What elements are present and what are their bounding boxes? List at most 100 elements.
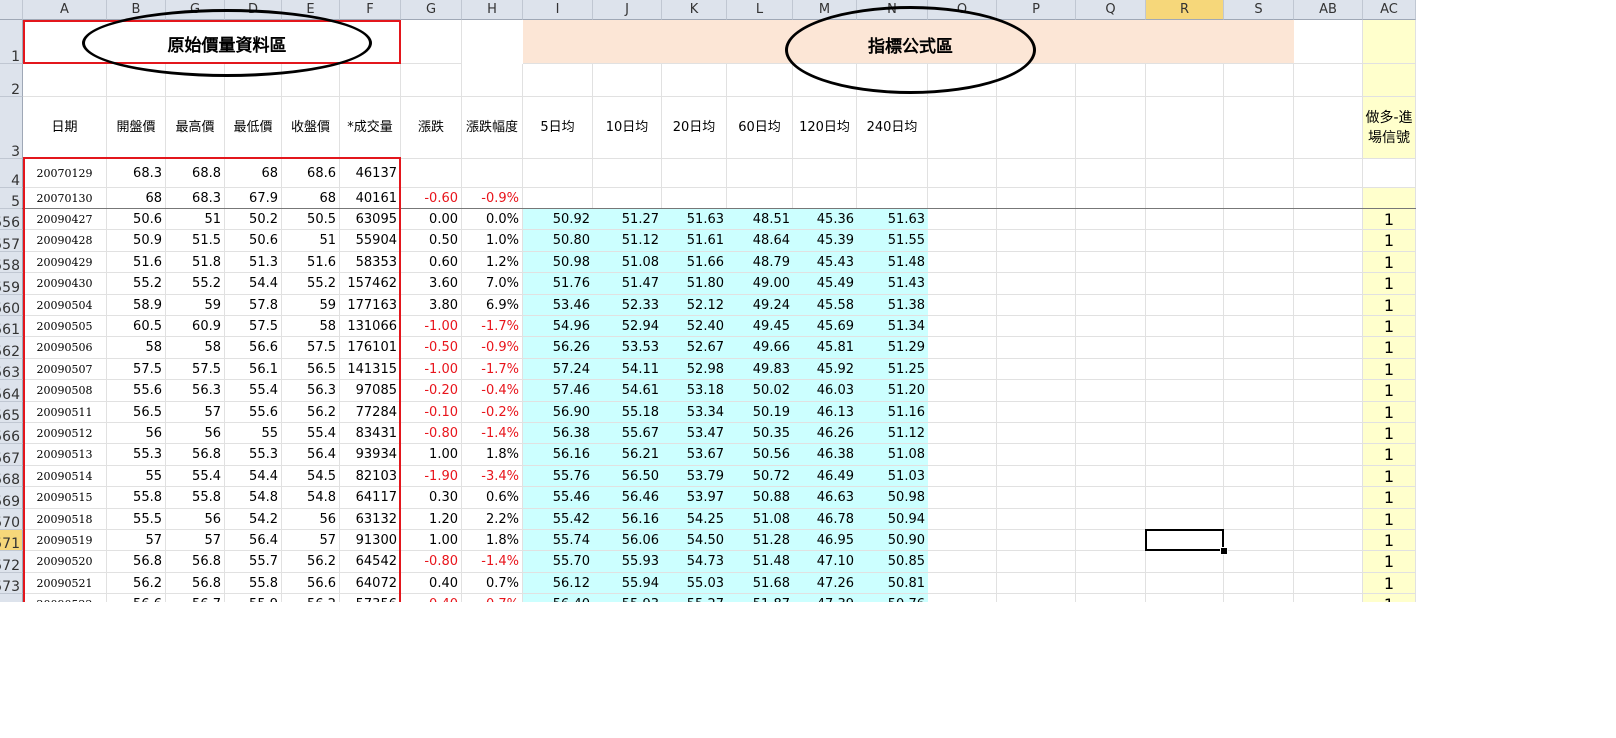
column-title-cell[interactable]: [1146, 97, 1224, 159]
data-cell[interactable]: [997, 508, 1076, 530]
data-cell[interactable]: [1146, 209, 1224, 231]
data-cell[interactable]: 46.63: [793, 487, 857, 509]
column-header-L[interactable]: L: [727, 0, 793, 20]
data-cell[interactable]: 49.66: [727, 337, 793, 359]
data-cell[interactable]: [1076, 230, 1146, 252]
data-cell[interactable]: 46.49: [793, 465, 857, 488]
signal-header[interactable]: 做多-進場信號: [1363, 97, 1416, 159]
data-cell[interactable]: [1294, 572, 1363, 595]
data-cell[interactable]: [1294, 337, 1363, 359]
data-cell[interactable]: [1224, 294, 1294, 316]
data-cell[interactable]: [1224, 337, 1294, 359]
cell[interactable]: [1363, 188, 1416, 209]
data-cell[interactable]: 53.46: [523, 294, 593, 316]
cell[interactable]: [1224, 188, 1294, 209]
data-cell[interactable]: 6.9%: [462, 294, 523, 316]
cell-row2[interactable]: [401, 64, 462, 97]
data-cell[interactable]: [928, 401, 997, 423]
data-cell[interactable]: [1076, 423, 1146, 445]
column-header-S[interactable]: S: [1224, 0, 1294, 20]
signal-cell[interactable]: 1: [1363, 294, 1416, 316]
data-cell[interactable]: 51.20: [857, 380, 928, 402]
data-cell[interactable]: 51.28: [727, 530, 793, 552]
data-cell[interactable]: 53.97: [662, 487, 727, 509]
data-cell[interactable]: 46.78: [793, 508, 857, 530]
column-title-cell[interactable]: 開盤價: [107, 97, 166, 159]
data-cell[interactable]: [1076, 251, 1146, 274]
data-cell[interactable]: 45.49: [793, 273, 857, 295]
data-cell[interactable]: 49.24: [727, 294, 793, 316]
cell[interactable]: [1294, 159, 1363, 188]
data-cell[interactable]: [1224, 572, 1294, 595]
signal-column-cell[interactable]: [1363, 64, 1416, 97]
data-cell[interactable]: 1.0%: [462, 230, 523, 252]
cell[interactable]: [523, 159, 593, 188]
data-cell[interactable]: 53.79: [662, 465, 727, 488]
row-header-566[interactable]: 566: [0, 423, 23, 445]
data-cell[interactable]: 45.92: [793, 358, 857, 381]
data-cell[interactable]: 0.0%: [462, 209, 523, 231]
column-header-I[interactable]: I: [523, 0, 593, 20]
data-cell[interactable]: 55.94: [593, 572, 662, 595]
data-cell[interactable]: -1.4%: [462, 551, 523, 573]
column-title-cell[interactable]: [1224, 97, 1294, 159]
signal-cell[interactable]: 1: [1363, 551, 1416, 573]
data-cell[interactable]: [1294, 209, 1363, 231]
data-cell[interactable]: [928, 572, 997, 595]
data-cell[interactable]: 48.51: [727, 209, 793, 231]
data-cell[interactable]: [1146, 487, 1224, 509]
cell[interactable]: [401, 159, 462, 188]
data-cell[interactable]: -0.9%: [462, 337, 523, 359]
cell[interactable]: [727, 159, 793, 188]
data-cell[interactable]: 53.34: [662, 401, 727, 423]
column-header-H[interactable]: H: [462, 0, 523, 20]
data-cell[interactable]: [997, 423, 1076, 445]
data-cell[interactable]: [1076, 508, 1146, 530]
data-cell[interactable]: [997, 444, 1076, 466]
data-cell[interactable]: 57.24: [523, 358, 593, 381]
data-cell[interactable]: 56.26: [523, 337, 593, 359]
data-cell[interactable]: [928, 358, 997, 381]
row-header-572[interactable]: 572: [0, 551, 23, 573]
data-cell[interactable]: 50.80: [523, 230, 593, 252]
data-cell[interactable]: [997, 337, 1076, 359]
cell-row2[interactable]: [523, 64, 593, 97]
data-cell[interactable]: 1.00: [401, 530, 462, 552]
cell-row2[interactable]: [593, 64, 662, 97]
data-cell[interactable]: 0.7%: [462, 572, 523, 595]
data-cell[interactable]: [1294, 423, 1363, 445]
data-cell[interactable]: 56.50: [593, 465, 662, 488]
data-cell[interactable]: 50.92: [523, 209, 593, 231]
column-title-cell[interactable]: 10日均: [593, 97, 662, 159]
data-cell[interactable]: 1.20: [401, 508, 462, 530]
data-cell[interactable]: [1146, 230, 1224, 252]
data-cell[interactable]: -0.2%: [462, 401, 523, 423]
data-cell[interactable]: 55.70: [523, 551, 593, 573]
data-cell[interactable]: 56.90: [523, 401, 593, 423]
cell-row2[interactable]: [340, 64, 401, 97]
signal-cell[interactable]: 1: [1363, 358, 1416, 381]
data-cell[interactable]: [928, 273, 997, 295]
data-cell[interactable]: [997, 487, 1076, 509]
column-title-cell[interactable]: [997, 97, 1076, 159]
column-header-A[interactable]: A: [23, 0, 107, 20]
data-cell[interactable]: 51.76: [523, 273, 593, 295]
data-cell[interactable]: [1224, 251, 1294, 274]
row-header-5[interactable]: 5: [0, 188, 23, 209]
data-cell[interactable]: 51.27: [593, 209, 662, 231]
data-cell[interactable]: -1.00: [401, 316, 462, 338]
data-cell[interactable]: 53.67: [662, 444, 727, 466]
data-cell[interactable]: [1146, 358, 1224, 381]
data-cell[interactable]: -1.00: [401, 358, 462, 381]
data-cell[interactable]: 51.08: [593, 251, 662, 274]
data-cell[interactable]: [1076, 572, 1146, 595]
data-cell[interactable]: [997, 209, 1076, 231]
data-cell[interactable]: 47.26: [793, 572, 857, 595]
data-cell[interactable]: [928, 508, 997, 530]
data-cell[interactable]: 53.53: [593, 337, 662, 359]
column-title-cell[interactable]: 最低價: [225, 97, 282, 159]
data-cell[interactable]: [1146, 551, 1224, 573]
data-cell[interactable]: [1146, 572, 1224, 595]
data-cell[interactable]: [928, 444, 997, 466]
data-cell[interactable]: [1146, 294, 1224, 316]
